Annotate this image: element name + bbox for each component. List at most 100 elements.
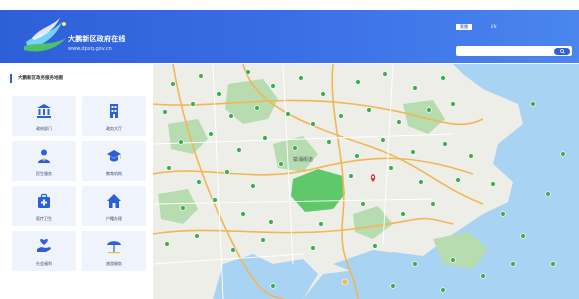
map-service-marker[interactable]: [468, 153, 474, 159]
map-service-marker[interactable]: [412, 261, 418, 267]
graduation-cap-icon: [107, 150, 121, 162]
map-service-marker[interactable]: [410, 149, 416, 155]
map-service-marker[interactable]: [285, 111, 291, 117]
map-service-marker[interactable]: [310, 121, 316, 127]
map-service-marker[interactable]: [530, 101, 536, 107]
category-tile-household[interactable]: 户籍办理: [82, 186, 146, 226]
map-service-marker[interactable]: [260, 237, 266, 243]
map-service-marker[interactable]: [196, 179, 202, 185]
map-service-marker[interactable]: [190, 101, 196, 107]
map-service-marker[interactable]: [178, 139, 184, 145]
map-service-marker[interactable]: [278, 161, 284, 167]
map-service-marker[interactable]: [366, 107, 372, 113]
map-service-marker[interactable]: [545, 191, 551, 197]
category-label: 民生服务: [36, 171, 52, 176]
map-service-marker[interactable]: [440, 75, 446, 81]
map-service-marker[interactable]: [228, 113, 234, 119]
hand-care-icon: [37, 239, 51, 252]
map-service-marker[interactable]: [430, 201, 436, 207]
category-tile-tourism[interactable]: 旅游服务: [82, 231, 146, 271]
service-category-panel: 大鹏新区政务服务地图 政府部门 政务大厅 民生服务 教育机构 医疗卫生 户籍办理…: [8, 68, 151, 299]
person-service-icon: [38, 149, 50, 163]
map-service-marker[interactable]: [412, 85, 418, 91]
map-service-marker[interactable]: [216, 91, 222, 97]
category-label: 社会福利: [36, 261, 52, 266]
map-service-marker[interactable]: [388, 165, 394, 171]
map-service-marker[interactable]: [198, 73, 204, 79]
map-service-marker[interactable]: [396, 119, 402, 125]
map-service-marker[interactable]: [298, 75, 304, 81]
page: 大鹏新区政府在线 www.dpxq.gov.cn 繁體 EN 大鹏新区政务服务地…: [0, 0, 579, 299]
map-service-marker[interactable]: [194, 233, 200, 239]
site-logo-icon[interactable]: [22, 16, 72, 58]
map-service-marker[interactable]: [326, 139, 332, 145]
search-icon: [559, 48, 565, 54]
map-service-marker[interactable]: [254, 105, 260, 111]
map-service-marker[interactable]: [164, 241, 170, 247]
map-service-marker[interactable]: [380, 137, 386, 143]
map-service-marker[interactable]: [355, 79, 361, 85]
map-service-marker[interactable]: [224, 169, 230, 175]
map-service-marker[interactable]: [236, 147, 242, 153]
map-service-marker[interactable]: [372, 243, 378, 249]
map-service-marker[interactable]: [320, 91, 326, 97]
category-tile-livelihood[interactable]: 民生服务: [12, 141, 76, 181]
language-switch-traditional[interactable]: 繁體: [456, 24, 472, 30]
map-service-marker[interactable]: [510, 261, 516, 267]
map-service-marker[interactable]: [270, 283, 276, 289]
map-service-marker[interactable]: [442, 141, 448, 147]
map-service-marker[interactable]: [208, 131, 214, 137]
site-url: www.dpxq.gov.cn: [68, 46, 112, 52]
map-service-marker[interactable]: [426, 107, 432, 113]
map-service-marker[interactable]: [310, 245, 316, 251]
category-tile-welfare[interactable]: 社会福利: [12, 231, 76, 271]
map-service-marker[interactable]: [550, 261, 556, 267]
panel-title: 大鹏新区政务服务地图: [10, 74, 63, 83]
map-service-marker[interactable]: [480, 273, 486, 279]
map-service-marker[interactable]: [354, 153, 360, 159]
map-service-marker[interactable]: [520, 233, 526, 239]
map-service-marker[interactable]: [270, 83, 276, 89]
category-label: 旅游服务: [106, 261, 122, 266]
map-service-marker[interactable]: [440, 287, 446, 293]
map-service-marker[interactable]: [318, 221, 324, 227]
map-service-marker[interactable]: [450, 101, 456, 107]
map-service-marker[interactable]: [230, 247, 236, 253]
map-service-marker[interactable]: [400, 211, 406, 217]
map-service-marker[interactable]: [166, 165, 172, 171]
category-tile-medical[interactable]: 医疗卫生: [12, 186, 76, 226]
map-service-marker[interactable]: [240, 211, 246, 217]
map-service-marker[interactable]: [418, 179, 424, 185]
map-service-marker[interactable]: [212, 197, 218, 203]
category-tile-service-hall[interactable]: 政务大厅: [82, 96, 146, 136]
map-service-marker[interactable]: [180, 205, 186, 211]
beach-umbrella-icon: [107, 241, 121, 254]
category-label: 教育机构: [106, 171, 122, 176]
map-service-marker[interactable]: [560, 151, 566, 157]
map-service-marker[interactable]: [162, 109, 168, 115]
category-label: 政务大厅: [106, 126, 122, 131]
category-tile-education[interactable]: 教育机构: [82, 141, 146, 181]
language-switch-english[interactable]: EN: [491, 24, 497, 30]
map-service-marker[interactable]: [170, 81, 176, 87]
map-service-marker[interactable]: [338, 113, 344, 119]
search-button[interactable]: [554, 47, 570, 55]
map-service-marker[interactable]: [360, 201, 366, 207]
category-tile-government[interactable]: 政府部门: [12, 96, 76, 136]
map-service-marker[interactable]: [455, 177, 461, 183]
map-canvas[interactable]: 葵涌街道: [153, 64, 579, 299]
map-service-marker[interactable]: [382, 71, 388, 77]
map-service-marker[interactable]: [450, 257, 456, 263]
service-map[interactable]: 葵涌街道: [153, 64, 579, 299]
map-service-marker[interactable]: [245, 69, 251, 75]
map-service-marker[interactable]: [500, 211, 506, 217]
map-service-marker[interactable]: [292, 145, 298, 151]
map-service-marker[interactable]: [268, 219, 274, 225]
map-service-marker[interactable]: [348, 173, 354, 179]
map-service-marker[interactable]: [250, 183, 256, 189]
search-input[interactable]: [456, 46, 572, 56]
map-service-marker[interactable]: [390, 283, 396, 289]
map-service-marker[interactable]: [490, 181, 496, 187]
office-tower-icon: [110, 104, 118, 118]
map-service-marker[interactable]: [262, 135, 268, 141]
